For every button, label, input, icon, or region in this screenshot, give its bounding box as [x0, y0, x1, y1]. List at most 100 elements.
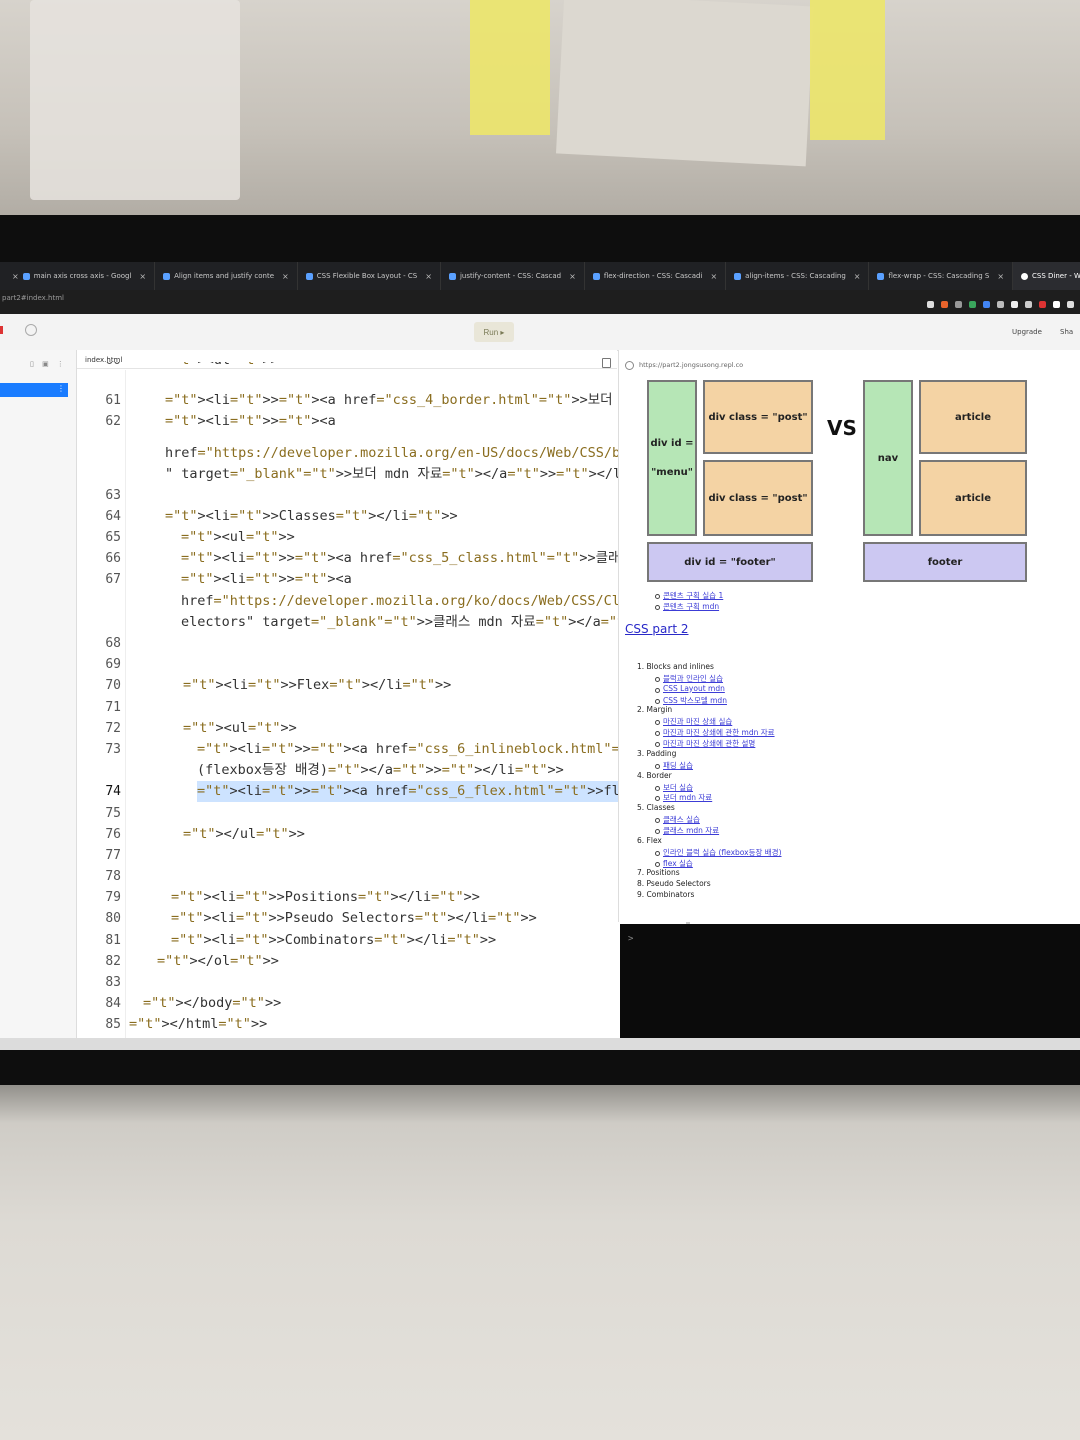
close-icon[interactable]: ×	[12, 272, 19, 281]
star-icon[interactable]	[927, 301, 934, 308]
extension-icon[interactable]	[983, 301, 990, 308]
code-line[interactable]: 66 ="t"><li="t">>="t"><a href="css_5_clas…	[77, 548, 901, 569]
code-text[interactable]: ="t"></ol="t">>	[157, 951, 279, 972]
preview-link[interactable]: 콘텐츠 구획 mdn	[663, 601, 719, 612]
code-line[interactable]: 77	[77, 845, 617, 866]
outline-link[interactable]: CSS 박스모델 mdn	[663, 695, 727, 706]
reload-icon[interactable]	[625, 361, 634, 370]
code-line[interactable]: 65 ="t"><ul="t">>	[77, 527, 617, 548]
preview-heading[interactable]: CSS part 2	[625, 622, 689, 636]
code-line[interactable]: 71	[77, 697, 617, 718]
file-panel-icons[interactable]: ▯ ▣ ⋮	[30, 360, 67, 368]
outline-link[interactable]: 패딩 실습	[663, 760, 693, 771]
extension-icon[interactable]	[1025, 301, 1032, 308]
code-line[interactable]: 72 ="t"><ul="t">>	[77, 718, 617, 739]
code-line[interactable]: 82 ="t"></ol="t">>	[77, 951, 617, 972]
preview-url[interactable]: https://part2.jongsusong.repl.co	[639, 361, 743, 369]
code-text[interactable]: ="t"></html="t">>	[129, 1014, 267, 1035]
preview-link[interactable]: 콘텐츠 구획 실습 1	[663, 590, 723, 601]
code-text[interactable]: href="https://developer.mozilla.org/ko/d…	[181, 591, 661, 612]
code-line[interactable]: 63	[77, 485, 617, 506]
share-button[interactable]: Sha	[1060, 328, 1073, 336]
code-line[interactable]: 67 ="t"><li="t">>="t"><a	[77, 569, 617, 590]
code-text[interactable]: ="t"><li="t">>Combinators="t"></li="t">>	[171, 930, 496, 951]
code-text[interactable]: ="t"><li="t">>Positions="t"></li="t">>	[171, 887, 480, 908]
code-line[interactable]: 64 ="t"><li="t">>Classes="t"></li="t">>	[77, 506, 617, 527]
code-line[interactable]: electors" target="_blank"="t">>클래스 mdn 자…	[77, 612, 893, 633]
code-line[interactable]: " target="_blank"="t">>보더 mdn 자료="t"></a…	[77, 464, 800, 485]
close-icon[interactable]: ×	[710, 272, 717, 281]
code-line[interactable]: 76 ="t"></ul="t">>	[77, 824, 617, 845]
outline-link[interactable]: 블럭과 인라인 실습	[663, 673, 723, 684]
outline-link[interactable]: 마진과 마진 상쇄 실습	[663, 716, 732, 727]
outline-link[interactable]: CSS Layout mdn	[663, 684, 725, 693]
code-text[interactable]: href="https://developer.mozilla.org/en-U…	[165, 443, 661, 464]
code-text[interactable]: ="t"><li="t">>Flex="t"></li="t">>	[183, 675, 451, 696]
code-line[interactable]: 60 ="t"><ul="t">>	[77, 362, 617, 372]
close-icon[interactable]: ×	[139, 272, 146, 281]
code-line[interactable]: 79 ="t"><li="t">>Positions="t"></li="t">>	[77, 887, 617, 908]
code-line[interactable]: 61 ="t"><li="t">>="t"><a href="css_4_bord…	[77, 390, 881, 411]
close-icon[interactable]: ×	[569, 272, 576, 281]
code-line[interactable]: 81 ="t"><li="t">>Combinators="t"></li="t"…	[77, 930, 617, 951]
outline-link[interactable]: 마진과 마진 상쇄에 관한 mdn 자료	[663, 727, 775, 738]
stop-icon[interactable]	[0, 326, 3, 334]
browser-tab[interactable]: CSS Flexible Box Layout - CS ×	[298, 262, 441, 290]
browser-tab[interactable]: flex-wrap - CSS: Cascading S ×	[869, 262, 1014, 290]
close-icon[interactable]: ×	[997, 272, 1004, 281]
file-tree-item-selected[interactable]: ⋮	[0, 383, 68, 397]
browser-tab-active[interactable]: CSS Diner - Where we feast o×	[1013, 262, 1080, 290]
outline-link[interactable]: 마진과 마진 상쇄에 관한 설명	[663, 738, 755, 749]
code-line[interactable]: 70 ="t"><li="t">>Flex="t"></li="t">>	[77, 675, 617, 696]
upgrade-button[interactable]: Upgrade	[1012, 328, 1042, 336]
code-text[interactable]: ="t"></body="t">>	[143, 993, 281, 1014]
code-line[interactable]: 75	[77, 803, 617, 824]
address-text[interactable]: part2#index.html	[2, 294, 64, 302]
extension-icon[interactable]	[955, 301, 962, 308]
code-text[interactable]: ="t"><ul="t">>	[183, 718, 297, 739]
kebab-menu-icon[interactable]: ⋮	[57, 384, 65, 393]
code-text[interactable]: ="t"></ul="t">>	[183, 824, 305, 845]
close-icon[interactable]: ×	[854, 272, 861, 281]
code-line[interactable]: 83	[77, 972, 617, 993]
history-icon[interactable]	[25, 324, 37, 336]
run-button[interactable]: Run ▸	[474, 322, 514, 342]
browser-tab[interactable]: align-items - CSS: Cascading ×	[726, 262, 870, 290]
address-bar[interactable]: part2#index.html	[0, 290, 1080, 314]
outline-link[interactable]: 인라인 블럭 실습 (flexbox등장 배경)	[663, 847, 782, 858]
code-text[interactable]: ="t"><li="t">>="t"><a	[165, 411, 336, 432]
code-text[interactable]: ="t"><ul="t">>	[165, 362, 279, 371]
console-prompt[interactable]: >	[628, 934, 633, 944]
code-line[interactable]: 69	[77, 654, 617, 675]
code-line[interactable]: href="https://developer.mozilla.org/en-U…	[77, 443, 661, 464]
pen-icon[interactable]	[1011, 301, 1018, 308]
code-line[interactable]: 73 ="t"><li="t">>="t"><a href="css_6_inli…	[77, 739, 763, 760]
code-line[interactable]: 84 ="t"></body="t">>	[77, 993, 617, 1014]
extension-icon[interactable]	[1039, 301, 1046, 308]
code-line[interactable]: 62 ="t"><li="t">>="t"><a	[77, 411, 617, 432]
code-line[interactable]: 74 ="t"><li="t">>="t"><a href="css_6_flex…	[77, 781, 905, 802]
outline-link[interactable]: 클래스 mdn 자료	[663, 825, 719, 836]
console-panel[interactable]: >	[620, 924, 1080, 1038]
code-text[interactable]: ="t"><li="t">>Pseudo Selectors="t"></li=…	[171, 908, 537, 929]
extension-icon[interactable]	[941, 301, 948, 308]
code-line[interactable]: 85 ="t"></html="t">>	[77, 1014, 617, 1035]
code-text[interactable]: ="t"><li="t">>="t"><a	[181, 569, 352, 590]
extension-icon[interactable]	[997, 301, 1004, 308]
code-line[interactable]: href="https://developer.mozilla.org/ko/d…	[77, 591, 661, 612]
outline-link[interactable]: flex 실습	[663, 858, 693, 869]
browser-tab[interactable]: justify-content - CSS: Cascad ×	[441, 262, 585, 290]
close-icon[interactable]: ×	[282, 272, 289, 281]
browser-tab[interactable]: flex-direction - CSS: Cascadi ×	[585, 262, 727, 290]
code-text[interactable]: ="t"><li="t">>Classes="t"></li="t">>	[165, 506, 458, 527]
outline-link[interactable]: 보더 mdn 자료	[663, 792, 712, 803]
code-text[interactable]: ="t"><ul="t">>	[181, 527, 295, 548]
browser-tab[interactable]: × main axis cross axis - Googl ×	[0, 262, 156, 290]
code-line[interactable]: 80 ="t"><li="t">>Pseudo Selectors="t"></l…	[77, 908, 617, 929]
browser-tab[interactable]: Align items and justify conte ×	[155, 262, 298, 290]
outline-link[interactable]: 클래스 실습	[663, 814, 700, 825]
code-line[interactable]: 68	[77, 633, 617, 654]
code-line[interactable]: (flexbox등장 배경)="t"></a="t">>="t"></li="t…	[77, 760, 617, 781]
code-text[interactable]: (flexbox등장 배경)="t"></a="t">>="t"></li="t…	[197, 760, 564, 781]
close-icon[interactable]: ×	[425, 272, 432, 281]
